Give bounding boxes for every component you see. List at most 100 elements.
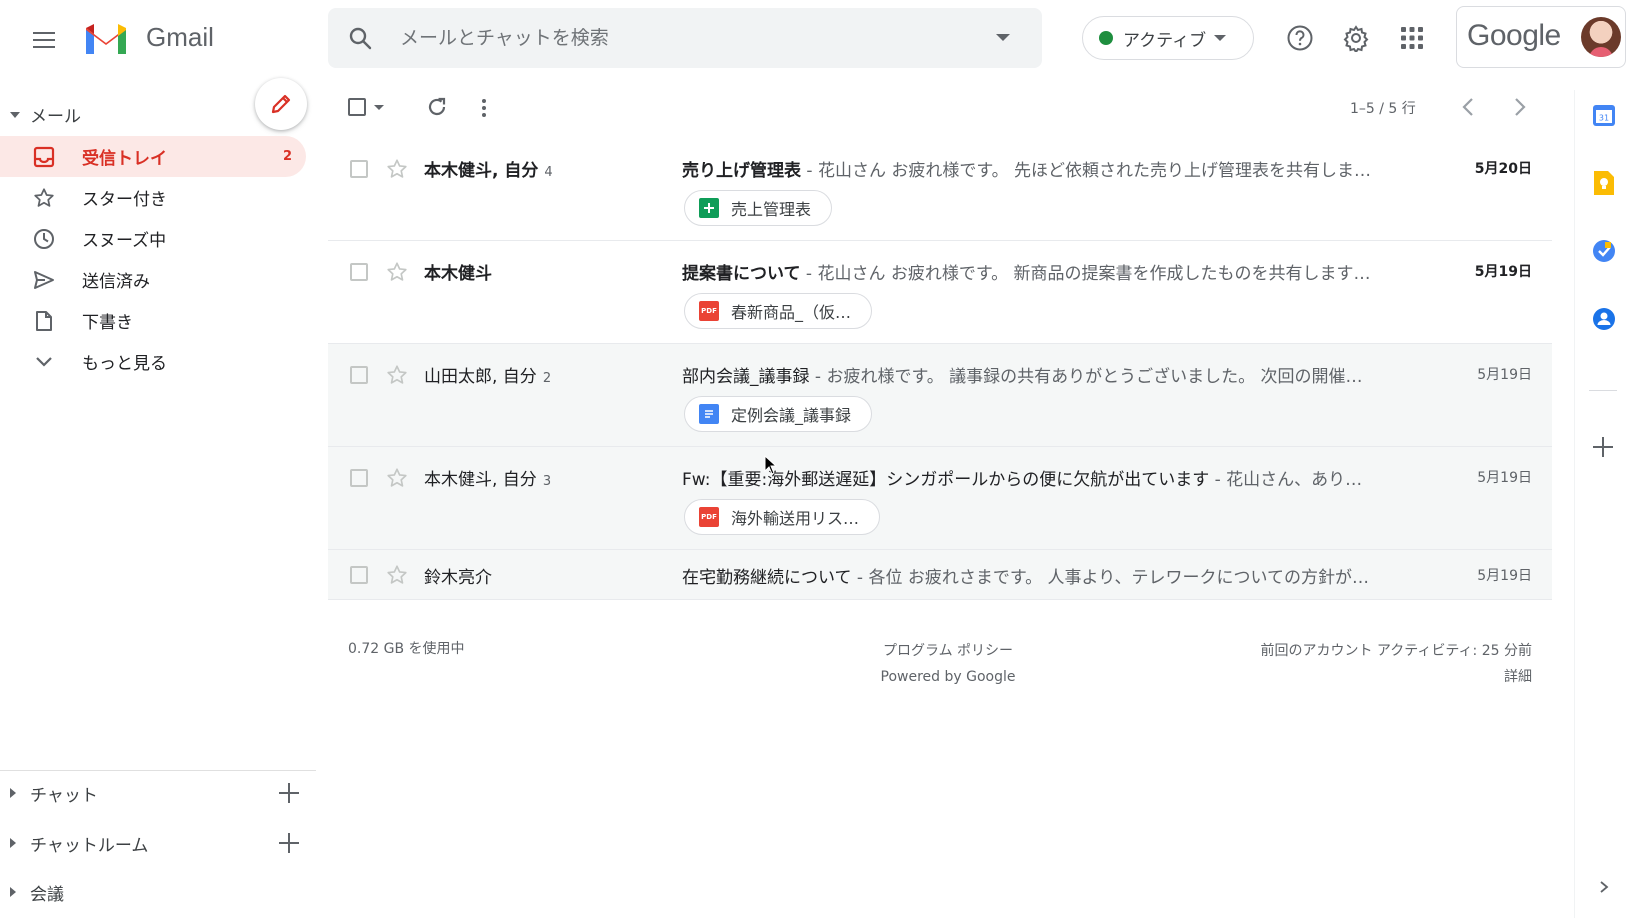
svg-text:31: 31 [1599, 114, 1609, 123]
more-options-icon[interactable] [474, 96, 494, 120]
status-selector[interactable]: アクティブ [1082, 16, 1254, 60]
email-preview: 部内会議_議事録 - お疲れ様です。 議事録の共有ありがとうございました。 次回… [682, 362, 1412, 387]
add-chat-icon[interactable] [278, 782, 300, 804]
keep-icon[interactable] [1589, 168, 1619, 198]
star-icon[interactable] [386, 261, 408, 283]
row-checkbox[interactable] [350, 160, 368, 178]
help-icon[interactable] [1284, 22, 1316, 54]
attachment-chip[interactable]: 定例会議_議事録 [684, 396, 873, 432]
section-label: チャット [30, 785, 98, 806]
email-sender: 本木健斗 [424, 264, 492, 284]
email-sender: 鈴木亮介 [424, 568, 492, 588]
search-options-icon[interactable] [996, 34, 1010, 41]
email-snippet: - 花山さん、あり… [1209, 470, 1363, 490]
sidebar-section-chat[interactable]: チャット [10, 778, 306, 808]
row-checkbox[interactable] [350, 263, 368, 281]
chevron-down-icon [32, 350, 56, 374]
sidebar-item-label: スター付き [82, 190, 167, 210]
search-input[interactable] [400, 24, 960, 52]
add-addon-icon[interactable] [1592, 436, 1614, 458]
email-date: 5月20日 [1474, 161, 1532, 177]
email-subject: 在宅勤務継続について [682, 568, 852, 588]
email-subject: 部内会議_議事録 [682, 367, 810, 387]
gmail-logo-icon[interactable] [82, 18, 130, 58]
powered-by: Powered by Google [880, 669, 1016, 685]
chevron-right-icon[interactable] [1506, 94, 1532, 120]
main-menu-button[interactable] [24, 20, 64, 60]
sidebar-item-more[interactable]: もっと見る [0, 341, 306, 382]
storage-usage[interactable]: 0.72 GB を使用中 [348, 638, 465, 658]
chevron-left-icon[interactable] [1456, 94, 1482, 120]
email-sender: 本木健斗, 自分 4 [424, 161, 553, 181]
attachment-chip[interactable]: 売上管理表 [684, 190, 833, 226]
sidebar-item-inbox[interactable]: 受信トレイ 2 [0, 136, 306, 177]
select-options-icon[interactable] [374, 105, 384, 110]
email-date: 5月19日 [1477, 568, 1532, 584]
avatar[interactable] [1581, 17, 1621, 57]
gear-icon[interactable] [1340, 22, 1372, 54]
attachment-label: 定例会議_議事録 [731, 406, 852, 425]
mail-nav: 受信トレイ 2 スター付き スヌーズ中 送信済み 下書き もっと見る [0, 136, 316, 382]
status-dot-icon [1099, 31, 1113, 45]
email-row[interactable]: 山田太郎, 自分 2 部内会議_議事録 - お疲れ様です。 議事録の共有ありがとう… [328, 344, 1552, 447]
sidebar-item-snoozed[interactable]: スヌーズ中 [0, 218, 306, 259]
email-list: 本木健斗, 自分 4 売り上げ管理表 - 花山さん お疲れ様です。 先ほど依頼され… [328, 138, 1552, 600]
section-label: チャットルーム [30, 835, 149, 856]
account-switcher[interactable]: Google [1456, 6, 1626, 68]
row-checkbox[interactable] [350, 366, 368, 384]
email-row[interactable]: 本木健斗, 自分 4 売り上げ管理表 - 花山さん お疲れ様です。 先ほど依頼され… [328, 138, 1552, 241]
apps-grid-icon[interactable] [1396, 22, 1428, 54]
contacts-icon[interactable] [1589, 304, 1619, 334]
email-row[interactable]: 本木健斗 提案書について - 花山さん お疲れ様です。 新商品の提案書を作成した… [328, 241, 1552, 344]
expand-icon [10, 838, 16, 848]
sidebar-section-rooms[interactable]: チャットルーム [10, 828, 306, 858]
email-sender: 本木健斗, 自分 3 [424, 470, 552, 490]
details-link[interactable]: 詳細 [1260, 664, 1532, 690]
expand-icon [10, 788, 16, 798]
sidebar-item-label: 受信トレイ [82, 149, 167, 169]
email-row[interactable]: 鈴木亮介 在宅勤務継続について - 各位 お疲れさまです。 人事より、テレワーク… [328, 550, 1552, 600]
sidebar-item-sent[interactable]: 送信済み [0, 259, 306, 300]
main-content: 1–5 / 5 行 本木健斗, 自分 4 売り上げ管理表 - 花山さん お疲れ様で… [328, 76, 1552, 918]
email-row[interactable]: 本木健斗, 自分 3 Fw:【重要:海外郵送遅延】シンガポールからの便に欠航が出て… [328, 447, 1552, 550]
program-policy-link[interactable]: プログラム ポリシー [848, 638, 1048, 664]
inbox-icon [32, 145, 56, 169]
email-subject: Fw:【重要:海外郵送遅延】シンガポールからの便に欠航が出ています [682, 470, 1210, 490]
add-room-icon[interactable] [278, 832, 300, 854]
star-icon[interactable] [386, 364, 408, 386]
sidebar-item-label: 下書き [82, 313, 133, 333]
unread-count: 2 [282, 149, 292, 164]
row-checkbox[interactable] [350, 469, 368, 487]
tasks-icon[interactable] [1589, 236, 1619, 266]
email-preview: Fw:【重要:海外郵送遅延】シンガポールからの便に欠航が出ています - 花山さん… [682, 465, 1412, 490]
sidebar-item-starred[interactable]: スター付き [0, 177, 306, 218]
row-checkbox[interactable] [350, 566, 368, 584]
pdf-icon: PDF [699, 507, 719, 527]
email-preview: 売り上げ管理表 - 花山さん お疲れ様です。 先ほど依頼された売り上げ管理表を共… [682, 156, 1412, 181]
attachment-chip[interactable]: PDF 海外輸送用リス… [684, 499, 881, 535]
email-preview: 在宅勤務継続について - 各位 お疲れさまです。 人事より、テレワークについての… [682, 563, 1412, 588]
sidebar-section-meet[interactable]: 会議 [10, 877, 306, 907]
send-icon [32, 268, 56, 292]
search-icon[interactable] [348, 26, 372, 50]
star-icon[interactable] [386, 564, 408, 586]
expand-icon [10, 887, 16, 897]
star-icon[interactable] [386, 467, 408, 489]
sidebar: メール 受信トレイ 2 スター付き スヌーズ中 送信済み 下書き もっと見る チ… [0, 76, 316, 918]
mail-section-header[interactable]: メール [10, 102, 81, 127]
email-date: 5月19日 [1474, 264, 1532, 280]
chevron-right-icon[interactable] [1597, 880, 1611, 894]
email-snippet: - 各位 お疲れさまです。 人事より、テレワークについての方針が… [851, 568, 1370, 588]
section-label: 会議 [30, 884, 64, 905]
search-bar[interactable] [328, 8, 1042, 68]
email-subject: 売り上げ管理表 [682, 161, 801, 181]
compose-button[interactable] [255, 78, 307, 130]
sidebar-item-drafts[interactable]: 下書き [0, 300, 306, 341]
refresh-icon[interactable] [424, 94, 450, 120]
attachment-chip[interactable]: PDF 春新商品_（仮… [684, 293, 873, 329]
calendar-icon[interactable]: 31 [1589, 100, 1619, 130]
star-icon[interactable] [386, 158, 408, 180]
select-all-checkbox[interactable] [348, 98, 366, 116]
top-bar: Gmail アクティブ Google [0, 0, 1631, 76]
email-snippet: - 花山さん お疲れ様です。 先ほど依頼された売り上げ管理表を共有しま… [801, 161, 1372, 181]
